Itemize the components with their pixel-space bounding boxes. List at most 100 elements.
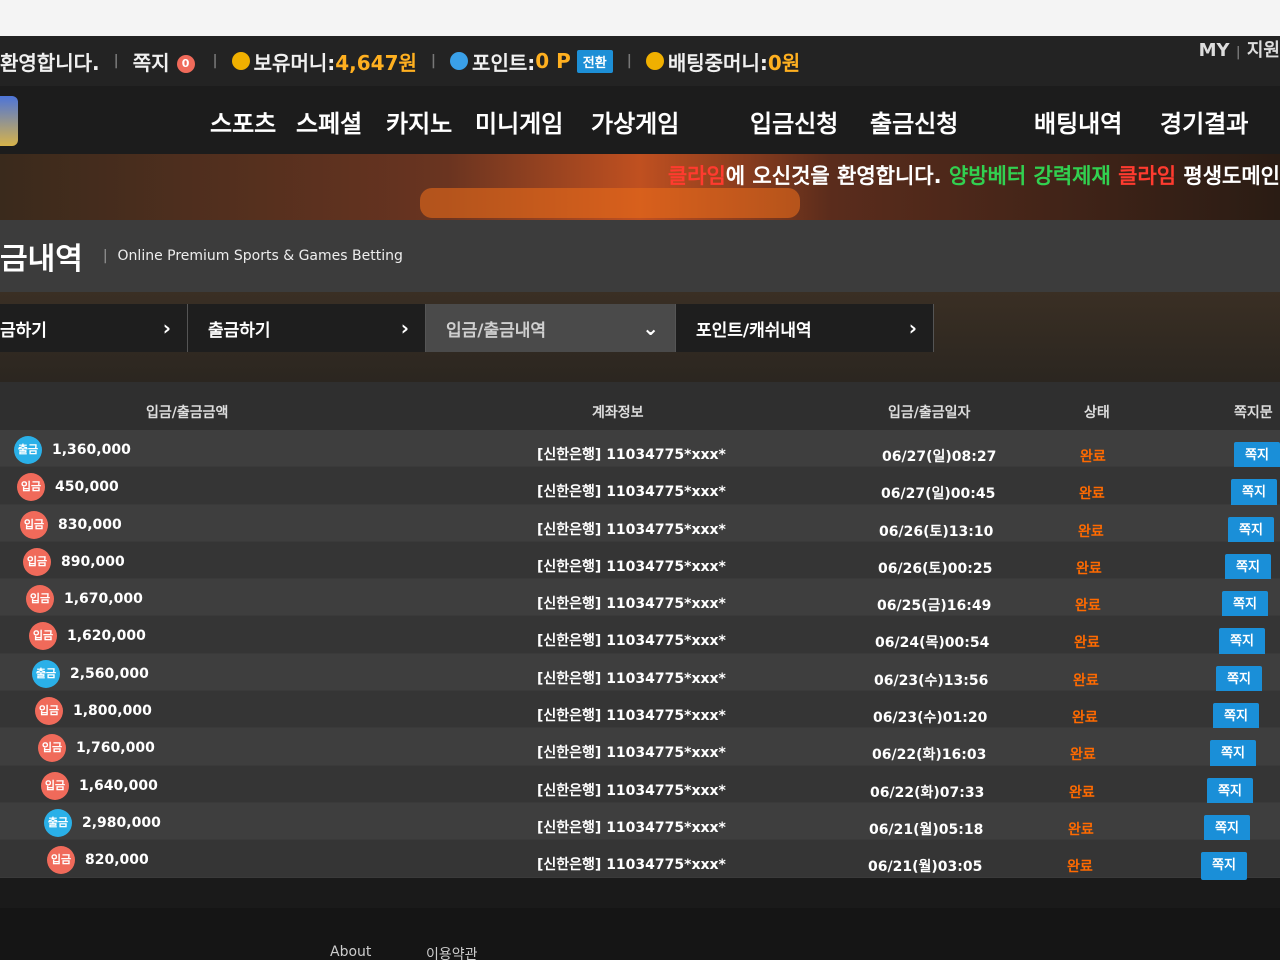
message-link[interactable]: 쪽지 0 (133, 47, 199, 76)
nav-bet-history[interactable]: 배팅내역 (1034, 104, 1122, 139)
tab-point-history[interactable]: 포인트/캐쉬내역 › (676, 304, 934, 352)
table-row: 입금 1,640,000 [신한은행] 11034775*xxx* 06/22(화)0… (0, 765, 1280, 806)
date-cell: 06/23(수)13:56 (874, 672, 989, 689)
balance-value: 4,647원 (335, 50, 417, 75)
table-row: 입금 1,620,000 [신한은행] 11034775*xxx* 06/24(목)0… (0, 616, 1280, 657)
amount-cell: 450,000 (55, 479, 119, 496)
nav-minigame[interactable]: 미니게임 (475, 104, 563, 139)
table-row: 입금 1,760,000 [신한은행] 11034775*xxx* 06/22(화)1… (0, 728, 1280, 769)
date-cell: 06/24(목)00:54 (875, 635, 990, 652)
transaction-type-badge: 입금 (29, 622, 57, 651)
header-amount: 입금/출금금액 (146, 405, 229, 421)
tab-history[interactable]: 입금/출금내역 ⌄ (426, 304, 676, 352)
banner-ticker: 클라임에 오신것을 환영합니다. 양방베터 강력제재 클라임 평생도메인 (668, 160, 1280, 190)
nav-sports[interactable]: 스포츠 (210, 104, 276, 139)
transaction-type-badge: 입금 (35, 697, 63, 726)
page-title-bar: 금내역 | Online Premium Sports & Games Bett… (0, 220, 1280, 292)
date-cell: 06/22(화)16:03 (872, 747, 987, 764)
message-button[interactable]: 쪽지 (1210, 740, 1256, 769)
account-cell: [신한은행] 11034775*xxx* (537, 782, 726, 799)
ticker-text: 평생도메인 (1176, 164, 1280, 188)
message-label: 쪽지 (132, 50, 170, 75)
nav-withdraw-request[interactable]: 출금신청 (870, 104, 958, 139)
convert-button[interactable]: 전환 (576, 49, 613, 73)
message-button[interactable]: 쪽지 (1204, 814, 1250, 843)
tab-deposit[interactable]: 금하기 › (0, 304, 188, 352)
transaction-type-badge: 출금 (14, 436, 42, 464)
betting-label: 배팅중머니: (667, 50, 768, 75)
tab-withdraw[interactable]: 출금하기 › (188, 304, 426, 352)
amount-cell: 1,640,000 (79, 777, 158, 794)
ticker-text: 에 오신것을 환영합니다. (725, 164, 942, 188)
message-button[interactable]: 쪽지 (1201, 852, 1247, 881)
date-cell: 06/26(토)00:25 (878, 560, 993, 577)
message-button[interactable]: 쪽지 (1216, 665, 1262, 694)
page-subtitle: Online Premium Sports & Games Betting (117, 248, 403, 264)
status-cell: 완료 (1073, 672, 1099, 689)
status-cell: 완료 (1075, 598, 1101, 615)
banner-table-image (420, 188, 800, 218)
message-button[interactable]: 쪽지 (1207, 777, 1253, 806)
transaction-type-badge: 출금 (44, 808, 72, 837)
my-link[interactable]: MY (1199, 40, 1230, 61)
amount-cell: 830,000 (58, 516, 122, 533)
account-cell: [신한은행] 11034775*xxx* (537, 558, 726, 575)
table-row: 입금 1,800,000 [신한은행] 11034775*xxx* 06/23(수)0… (0, 691, 1280, 732)
table-row: 입금 890,000 [신한은행] 11034775*xxx* 06/26(토)00:… (0, 541, 1280, 582)
message-button[interactable]: 쪽지 (1219, 628, 1265, 657)
tab-area: 금하기 › 출금하기 › 입금/출금내역 ⌄ 포인트/캐쉬내역 › (0, 292, 1280, 382)
amount-cell: 1,620,000 (67, 628, 146, 645)
transaction-type-badge: 입금 (17, 473, 45, 502)
account-cell: [신한은행] 11034775*xxx* (537, 484, 726, 501)
message-button[interactable]: 쪽지 (1234, 442, 1280, 470)
amount-cell: 1,670,000 (64, 591, 143, 608)
status-cell: 완료 (1078, 523, 1104, 540)
chevron-right-icon: › (908, 316, 917, 340)
account-cell: [신한은행] 11034775*xxx* (537, 708, 726, 725)
promo-banner: 클라임에 오신것을 환영합니다. 양방베터 강력제재 클라임 평생도메인 (0, 154, 1280, 220)
ticker-brand: 클라임 (667, 164, 726, 188)
coin-icon (645, 52, 664, 70)
message-button[interactable]: 쪽지 (1225, 553, 1271, 582)
account-cell: [신한은행] 11034775*xxx* (537, 633, 726, 650)
point-value: 0 P (535, 49, 571, 73)
date-cell: 06/26(토)13:10 (879, 523, 994, 540)
footer-about-link[interactable]: About (330, 944, 371, 960)
nav-special[interactable]: 스페셜 (296, 104, 362, 139)
account-cell: [신한은행] 11034775*xxx* (537, 857, 726, 874)
message-button[interactable]: 쪽지 (1228, 516, 1274, 545)
table-header: 입금/출금금액 계좌정보 입금/출금일자 상태 쪽지문 (0, 382, 1280, 430)
date-cell: 06/21(월)05:18 (869, 821, 984, 838)
support-link[interactable]: 지원 (1247, 40, 1280, 61)
nav-virtual[interactable]: 가상게임 (591, 104, 679, 139)
message-button[interactable]: 쪽지 (1231, 479, 1277, 508)
nav-deposit-request[interactable]: 입금신청 (750, 104, 838, 139)
my-menu[interactable]: MY | 지원 (1199, 36, 1280, 62)
ticker-brand: 클라임 (1118, 164, 1177, 188)
tab-label: 입금/출금내역 (446, 320, 547, 341)
date-cell: 06/21(월)03:05 (868, 859, 983, 876)
point-label: 포인트: (472, 50, 536, 75)
status-cell: 완료 (1070, 747, 1096, 764)
transaction-table: 출금 1,360,000 [신한은행] 11034775*xxx* 06/27(일)0… (0, 430, 1280, 881)
transaction-type-badge: 입금 (38, 734, 66, 763)
nav-casino[interactable]: 카지노 (386, 104, 452, 139)
transaction-type-badge: 입금 (23, 547, 51, 576)
message-button[interactable]: 쪽지 (1222, 591, 1268, 620)
site-logo[interactable] (0, 96, 18, 146)
status-cell: 완료 (1079, 486, 1105, 503)
chevron-right-icon: › (400, 316, 409, 340)
table-row: 출금 2,560,000 [신한은행] 11034775*xxx* 06/23(수)1… (0, 653, 1280, 694)
header-datetime: 입금/출금일자 (888, 405, 971, 421)
table-row: 입금 450,000 [신한은행] 11034775*xxx* 06/27(일)00:… (0, 467, 1280, 508)
tab-label: 금하기 (0, 320, 47, 341)
footer-terms-link[interactable]: 이용약관 (426, 944, 478, 960)
betting-value: 0원 (767, 50, 801, 75)
welcome-text: 환영합니다. (0, 50, 100, 75)
message-button[interactable]: 쪽지 (1213, 703, 1259, 732)
table-row: 출금 2,980,000 [신한은행] 11034775*xxx* 06/21(월)0… (0, 802, 1280, 843)
nav-results[interactable]: 경기결과 (1160, 104, 1248, 139)
tab-label: 포인트/캐쉬내역 (696, 320, 812, 341)
amount-cell: 2,980,000 (82, 814, 161, 831)
separator: | (102, 248, 108, 264)
